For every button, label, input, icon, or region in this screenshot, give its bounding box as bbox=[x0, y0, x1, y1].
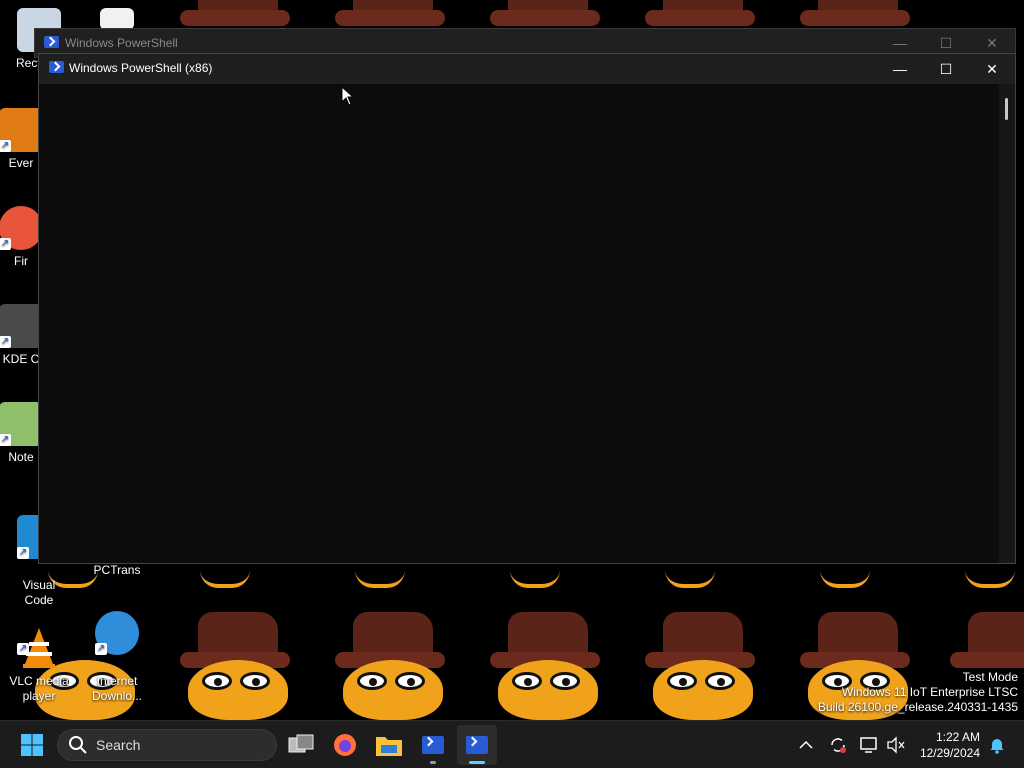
network-monitor-icon bbox=[860, 737, 877, 753]
vlc-cone-icon: ↗ bbox=[17, 611, 61, 668]
window-title: Windows PowerShell (x86) bbox=[69, 61, 213, 75]
console-area[interactable] bbox=[39, 84, 999, 563]
show-hidden-icons-button[interactable] bbox=[794, 721, 818, 768]
desktop-icon-label: VLC media player bbox=[9, 674, 69, 703]
windows-test-mode-watermark: Test Mode Windows 11 IoT Enterprise LTSC… bbox=[818, 670, 1018, 715]
clock-time: 1:22 AM bbox=[935, 730, 980, 744]
powershell-icon bbox=[44, 36, 59, 48]
document-icon bbox=[100, 8, 134, 30]
maximize-button[interactable]: ☐ bbox=[923, 54, 969, 84]
watermark-line: Test Mode bbox=[962, 670, 1018, 684]
task-view-icon bbox=[288, 734, 314, 753]
windows-logo-icon bbox=[21, 734, 43, 756]
mouse-cursor-icon bbox=[341, 86, 355, 106]
desktop-icon-pctrans[interactable]: PCTrans bbox=[78, 563, 156, 578]
taskbar-clock[interactable]: 1:22 AM 12/29/2024 bbox=[920, 729, 980, 761]
window-title: Windows PowerShell bbox=[65, 36, 178, 50]
tray-volume-button[interactable] bbox=[884, 721, 908, 768]
firefox-icon: ↗ bbox=[0, 206, 43, 250]
watermark-line: Build 26100.ge_release.240331-1435 bbox=[817, 700, 1018, 714]
shortcut-arrow-icon: ↗ bbox=[0, 140, 11, 152]
task-view-button[interactable] bbox=[281, 725, 321, 765]
speaker-muted-icon bbox=[887, 736, 905, 754]
tray-sync-button[interactable] bbox=[826, 721, 850, 768]
firefox-icon bbox=[334, 734, 356, 756]
tray-network-button[interactable] bbox=[858, 721, 882, 768]
close-button[interactable]: ✕ bbox=[969, 54, 1015, 84]
desktop-icon-vlc[interactable]: ↗ VLC media player bbox=[0, 596, 78, 719]
desktop-icon-label: PCTrans bbox=[93, 563, 141, 577]
active-indicator bbox=[469, 761, 485, 764]
clock-date: 12/29/2024 bbox=[919, 746, 980, 760]
taskbar: Search 1:22 AM 12/29/2024 bbox=[0, 720, 1024, 768]
taskbar-powershell-x86-button[interactable] bbox=[457, 725, 497, 765]
minimize-button[interactable]: — bbox=[877, 54, 923, 84]
chevron-up-icon bbox=[799, 740, 813, 749]
powershell-icon bbox=[422, 736, 444, 754]
desktop-icon-internet-download-manager[interactable]: ↗ Internet Downlo... bbox=[78, 596, 156, 719]
notepad-icon: ↗ bbox=[0, 402, 43, 446]
start-button[interactable] bbox=[12, 725, 52, 765]
shortcut-arrow-icon: ↗ bbox=[0, 238, 11, 250]
kde-connect-icon: ↗ bbox=[0, 304, 43, 348]
watermark-line: Windows 11 IoT Enterprise LTSC bbox=[841, 685, 1018, 699]
taskbar-file-explorer-button[interactable] bbox=[369, 725, 409, 765]
title-bar[interactable]: Windows PowerShell (x86) — ☐ ✕ bbox=[39, 54, 1015, 84]
powershell-icon bbox=[466, 736, 488, 754]
vertical-scrollbar[interactable] bbox=[999, 84, 1015, 563]
search-icon bbox=[69, 736, 87, 754]
shortcut-arrow-icon: ↗ bbox=[0, 336, 11, 348]
shortcut-arrow-icon: ↗ bbox=[17, 547, 29, 559]
folder-icon bbox=[376, 737, 402, 756]
everything-icon: ↗ bbox=[0, 108, 43, 152]
bell-icon bbox=[990, 739, 1004, 754]
shortcut-arrow-icon: ↗ bbox=[95, 643, 107, 655]
search-label: Search bbox=[96, 737, 141, 753]
taskbar-firefox-button[interactable] bbox=[325, 725, 365, 765]
desktop-icon-label: Internet Downlo... bbox=[91, 674, 143, 703]
scrollbar-thumb[interactable] bbox=[1005, 98, 1008, 120]
idm-globe-icon: ↗ bbox=[95, 611, 139, 655]
sync-icon bbox=[831, 738, 846, 753]
taskbar-powershell-button[interactable] bbox=[413, 725, 453, 765]
powershell-x86-window[interactable]: Windows PowerShell (x86) — ☐ ✕ bbox=[38, 53, 1016, 564]
running-indicator bbox=[430, 761, 436, 764]
shortcut-arrow-icon: ↗ bbox=[17, 643, 29, 655]
taskbar-search-box[interactable]: Search bbox=[57, 729, 277, 761]
notification-center-button[interactable] bbox=[986, 721, 1008, 768]
shortcut-arrow-icon: ↗ bbox=[0, 434, 11, 446]
powershell-icon bbox=[49, 61, 64, 73]
